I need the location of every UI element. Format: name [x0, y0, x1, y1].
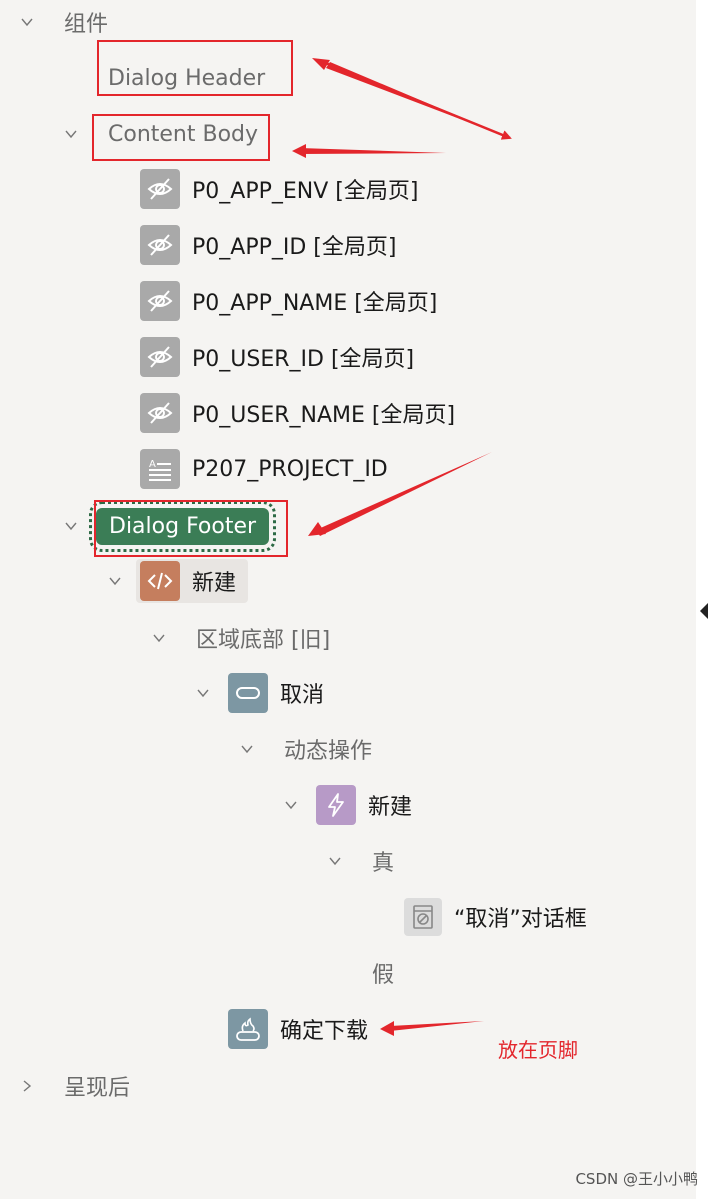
tree-node-cancel-dialog[interactable]: “取消”对话框 [404, 897, 587, 937]
text-field-icon: A [140, 449, 180, 489]
tree-node-false[interactable]: 假 [372, 953, 394, 993]
tree-item[interactable]: P0_APP_ID [全局页] [140, 225, 396, 265]
tree-node-confirm-download[interactable]: 确定下载 [228, 1009, 368, 1049]
collapse-panel-icon[interactable] [700, 603, 708, 619]
tree-label: P0_USER_ID [全局页] [192, 347, 415, 372]
chevron-down-icon[interactable] [150, 629, 168, 647]
tree-item[interactable]: P0_USER_NAME [全局页] [140, 393, 455, 433]
annotation-box-footer [94, 500, 288, 557]
component-tree: 组件 Dialog Header Content Body P0_APP_ENV… [0, 0, 696, 1199]
tree-label: 组件 [64, 12, 109, 37]
tree-node-dynamic-actions[interactable]: 动态操作 [238, 729, 372, 769]
chevron-down-icon[interactable] [62, 517, 80, 535]
hidden-item-icon [140, 169, 180, 209]
tree-label: 确定下载 [280, 1019, 369, 1044]
annotation-box-header [97, 40, 293, 96]
button-icon [228, 673, 268, 713]
tree-label: 真 [372, 851, 395, 876]
tree-item[interactable]: A P207_PROJECT_ID [140, 449, 388, 489]
hidden-item-icon [140, 281, 180, 321]
tree-label: 新建 [368, 795, 413, 820]
hidden-item-icon [140, 337, 180, 377]
tree-label: 动态操作 [284, 739, 373, 764]
hidden-item-icon [140, 225, 180, 265]
tree-node-after-render[interactable]: 呈现后 [18, 1066, 130, 1106]
tree-node-region-bottom[interactable]: 区域底部 [旧] [150, 618, 330, 658]
annotation-footer-note: 放在页脚 [498, 1038, 578, 1062]
tree-label: 呈现后 [64, 1076, 131, 1101]
tree-node-components[interactable]: 组件 [18, 2, 108, 42]
tree-label: 取消 [280, 683, 325, 708]
tree-label: P0_USER_NAME [全局页] [192, 403, 456, 428]
code-icon [140, 561, 180, 601]
tree-node-da-new[interactable]: 新建 [282, 785, 412, 825]
chevron-down-icon[interactable] [238, 740, 256, 758]
chevron-down-icon[interactable] [18, 13, 36, 31]
side-panel-edge [696, 0, 712, 1199]
watermark: CSDN @王小小鸭 [575, 1170, 698, 1188]
fire-button-icon [228, 1009, 268, 1049]
tree-node-hover: 新建 [136, 559, 249, 603]
tree-label: P0_APP_NAME [全局页] [192, 291, 438, 316]
tree-node-true[interactable]: 真 [326, 841, 394, 881]
chevron-right-icon[interactable] [18, 1077, 36, 1095]
chevron-down-icon[interactable] [282, 796, 300, 814]
cancel-dialog-icon [404, 898, 442, 936]
annotation-box-content-body [92, 114, 270, 161]
chevron-down-icon[interactable] [326, 852, 344, 870]
tree-label: “取消”对话框 [454, 907, 587, 932]
svg-text:A: A [149, 459, 156, 470]
tree-label: 区域底部 [旧] [196, 628, 331, 653]
tree-item[interactable]: P0_APP_NAME [全局页] [140, 281, 437, 321]
tree-label: P0_APP_ID [全局页] [192, 235, 397, 260]
lightning-icon [316, 785, 356, 825]
chevron-down-icon[interactable] [62, 125, 80, 143]
tree-label: P0_APP_ENV [全局页] [192, 179, 419, 204]
tree-label: P207_PROJECT_ID [192, 456, 388, 482]
tree-label: 新建 [192, 571, 237, 596]
tree-node-new-region[interactable]: 新建 [106, 559, 249, 603]
hidden-item-icon [140, 393, 180, 433]
tree-item[interactable]: P0_USER_ID [全局页] [140, 337, 414, 377]
tree-node-cancel-button[interactable]: 取消 [194, 673, 324, 713]
tree-item[interactable]: P0_APP_ENV [全局页] [140, 169, 418, 209]
tree-label: 假 [372, 963, 395, 988]
chevron-down-icon[interactable] [194, 684, 212, 702]
chevron-down-icon[interactable] [106, 572, 124, 590]
